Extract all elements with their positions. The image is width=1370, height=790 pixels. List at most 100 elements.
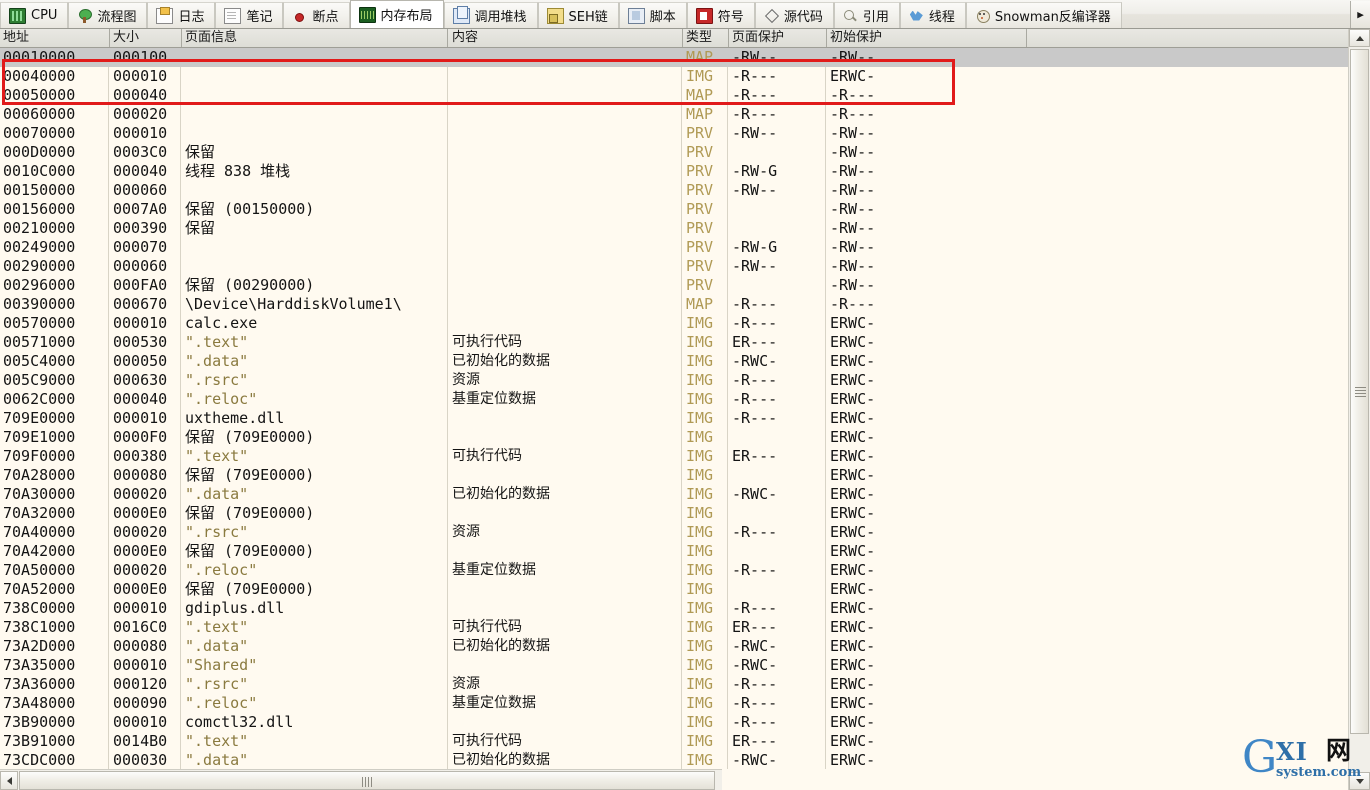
table-row[interactable]: 00156000 0007A0 保留 (00150000) PRV -RW-- (0, 200, 1348, 219)
cell-content (449, 219, 669, 238)
table-row[interactable]: 00050000 000040 MAP -R--- -R--- (0, 86, 1348, 105)
tab-4[interactable]: 断点 (283, 2, 350, 28)
table-row[interactable]: 73B91000 0014B0 ".text" 可执行代码 IMG ER--- ERWC- (0, 732, 1348, 751)
tab-11[interactable]: 引用 (833, 2, 900, 28)
cell-initial-protection: ERWC- (830, 314, 876, 332)
table-row[interactable]: 00210000 000390 保留 PRV -RW-- (0, 219, 1348, 238)
cell-type: IMG (686, 599, 714, 617)
tab-8[interactable]: 脚本 (618, 2, 687, 28)
tab-10[interactable]: 源代码 (754, 2, 834, 28)
cell-page-info (182, 48, 446, 67)
cell-size: 0016C0 (113, 618, 168, 636)
column-header-info[interactable]: 页面信息 (182, 29, 448, 47)
table-row[interactable]: 00290000 000060 PRV -RW-- -RW-- (0, 257, 1348, 276)
table-row[interactable]: 00060000 000020 MAP -R--- -R--- (0, 105, 1348, 124)
cell-address: 73B90000 (3, 713, 76, 731)
table-row[interactable]: 0010C000 000040 线程 838 堆栈 PRV -RW-G -RW-- (0, 162, 1348, 181)
table-row[interactable]: 73A35000 000010 "Shared" IMG -RWC- ERWC- (0, 656, 1348, 675)
table-row[interactable]: 00390000 000670 \Device\HarddiskVolume1\ MA… (0, 295, 1348, 314)
cell-size: 000010 (113, 599, 168, 617)
cell-content: 可执行代码 (452, 619, 522, 635)
cell-page-protection (729, 466, 825, 485)
table-row[interactable]: 738C1000 0016C0 ".text" 可执行代码 IMG ER--- ERWC- (0, 618, 1348, 637)
table-row[interactable]: 73A36000 000120 ".rsrc" 资源 IMG -R--- ERWC- (0, 675, 1348, 694)
table-row[interactable]: 70A32000 0000E0 保留 (709E0000) IMG ERWC- (0, 504, 1348, 523)
table-row[interactable]: 00570000 000010 calc.exe IMG -R--- ERWC- (0, 314, 1348, 333)
table-row[interactable]: 70A28000 000080 保留 (709E0000) IMG ERWC- (0, 466, 1348, 485)
cell-address: 00156000 (3, 200, 76, 218)
tab-label: CPU (31, 8, 58, 23)
cell-page-protection: -R--- (732, 86, 778, 104)
table-row[interactable]: 73CDC000 000030 ".data" 已初始化的数据 IMG -RWC- ERWC… (0, 751, 1348, 769)
cell-address: 73A35000 (3, 656, 76, 674)
table-row[interactable]: 738C0000 000010 gdiplus.dll IMG -R--- ERWC- (0, 599, 1348, 618)
cell-size: 000010 (113, 124, 168, 142)
column-header-init[interactable]: 初始保护 (827, 29, 1027, 47)
table-row[interactable]: 000D0000 0003C0 保留 PRV -RW-- (0, 143, 1348, 162)
tab-0[interactable]: CPU (0, 2, 69, 28)
cell-address: 00249000 (3, 238, 76, 256)
vertical-scrollbar[interactable] (1348, 29, 1370, 790)
table-row[interactable]: 00070000 000010 PRV -RW-- -RW-- (0, 124, 1348, 143)
cell-page-info: ".reloc" (185, 390, 258, 408)
cell-initial-protection: ERWC- (830, 523, 876, 541)
table-row[interactable]: 709E0000 000010 uxtheme.dll IMG -R--- ERWC- (0, 409, 1348, 428)
tab-active-5[interactable]: 内存布局 (349, 0, 444, 28)
table-row[interactable]: 709F0000 000380 ".text" 可执行代码 IMG ER--- ERWC- (0, 447, 1348, 466)
table-row[interactable]: 73A2D000 000080 ".data" 已初始化的数据 IMG -RWC- ERWC… (0, 637, 1348, 656)
table-row[interactable]: 00150000 000060 PRV -RW-- -RW-- (0, 181, 1348, 200)
horizontal-scroll-thumb[interactable] (19, 771, 715, 790)
table-row[interactable]: 005C4000 000050 ".data" 已初始化的数据 IMG -RWC- ERWC… (0, 352, 1348, 371)
table-row[interactable]: 00249000 000070 PRV -RW-G -RW-- (0, 238, 1348, 257)
cell-type: IMG (686, 618, 714, 636)
cell-page-protection: ER--- (732, 618, 778, 636)
tab-scroll-right-button[interactable]: ▶ (1350, 1, 1370, 28)
cell-page-protection: -R--- (732, 561, 778, 579)
column-header-prot[interactable]: 页面保护 (729, 29, 827, 47)
table-row[interactable]: 0062C000 000040 ".reloc" 基重定位数据 IMG -R--- ERWC… (0, 390, 1348, 409)
cell-page-info: uxtheme.dll (185, 409, 285, 427)
scroll-down-button[interactable] (1349, 772, 1370, 790)
table-row[interactable]: 00040000 000010 IMG -R--- ERWC- (0, 67, 1348, 86)
tab-1[interactable]: 流程图 (68, 2, 148, 28)
cell-address: 70A50000 (3, 561, 76, 579)
vertical-scroll-thumb[interactable] (1350, 49, 1369, 734)
column-header-addr[interactable]: 地址 (0, 29, 110, 47)
tab-2[interactable]: 日志 (147, 2, 216, 28)
cell-initial-protection: -RW-- (830, 276, 876, 294)
tab-13[interactable]: Snowman反编译器 (965, 2, 1122, 28)
table-row[interactable]: 00571000 000530 ".text" 可执行代码 IMG ER--- ERWC- (0, 333, 1348, 352)
cell-address: 005C4000 (3, 352, 76, 370)
column-header-type[interactable]: 类型 (683, 29, 729, 47)
column-header-content[interactable]: 内容 (449, 29, 683, 47)
cell-initial-protection: ERWC- (830, 352, 876, 370)
tab-9[interactable]: 符号 (686, 2, 755, 28)
cell-initial-protection: -RW-- (830, 200, 876, 218)
scroll-up-button[interactable] (1349, 29, 1370, 47)
table-row[interactable]: 73B90000 000010 comctl32.dll IMG -R--- ERWC- (0, 713, 1348, 732)
table-row[interactable]: 00010000 000100 MAP -RW-- -RW-- (0, 48, 1348, 67)
table-row[interactable]: 005C9000 000630 ".rsrc" 资源 IMG -R--- ERWC- (0, 371, 1348, 390)
tab-12[interactable]: 线程 (899, 2, 966, 28)
table-row[interactable]: 70A40000 000020 ".rsrc" 资源 IMG -R--- ERWC- (0, 523, 1348, 542)
table-row[interactable]: 73A48000 000090 ".reloc" 基重定位数据 IMG -R--- ERWC… (0, 694, 1348, 713)
table-row[interactable]: 70A52000 0000E0 保留 (709E0000) IMG ERWC- (0, 580, 1348, 599)
cell-initial-protection: -R--- (830, 86, 876, 104)
memory-map-list[interactable]: 地址 大小 页面信息 内容 类型 页面保护 初始保护 00010000 000100 MAP -R… (0, 29, 1348, 769)
table-row[interactable]: 70A30000 000020 ".data" 已初始化的数据 IMG -RWC- ERWC… (0, 485, 1348, 504)
cell-initial-protection: ERWC- (830, 542, 876, 560)
tab-7[interactable]: SEH链 (537, 2, 619, 28)
cell-content: 可执行代码 (452, 334, 522, 350)
scroll-left-button[interactable] (0, 771, 18, 790)
tab-3[interactable]: 笔记 (215, 2, 284, 28)
table-row[interactable]: 70A50000 000020 ".reloc" 基重定位数据 IMG -R--- ERWC… (0, 561, 1348, 580)
column-header-size[interactable]: 大小 (110, 29, 182, 47)
cell-size: 000010 (113, 409, 168, 427)
cell-initial-protection: ERWC- (830, 580, 876, 598)
table-row[interactable]: 709E1000 0000F0 保留 (709E0000) IMG ERWC- (0, 428, 1348, 447)
cell-content: 已初始化的数据 (452, 353, 550, 369)
table-row[interactable]: 70A42000 0000E0 保留 (709E0000) IMG ERWC- (0, 542, 1348, 561)
table-row[interactable]: 00296000 000FA0 保留 (00290000) PRV -RW-- (0, 276, 1348, 295)
tab-6[interactable]: 调用堆栈 (443, 2, 538, 28)
horizontal-scrollbar[interactable] (0, 769, 722, 790)
